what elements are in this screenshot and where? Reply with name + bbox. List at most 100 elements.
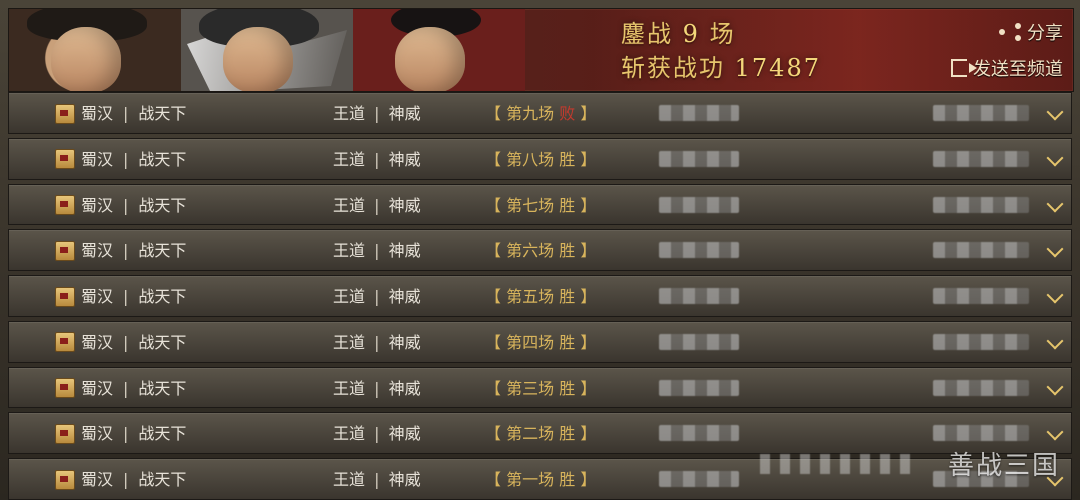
battles-unit: 场 — [709, 20, 736, 48]
round-result: 胜 — [559, 149, 576, 169]
separator: | — [374, 241, 380, 261]
chevron-down-icon[interactable] — [1046, 332, 1064, 350]
round-label: 第三场 — [506, 378, 555, 398]
redacted-opponent-detail — [933, 150, 1029, 167]
battle-record-row[interactable]: 蜀汉 | 战天下 王道 | 神威 【 第八场 胜 】 — [8, 137, 1072, 180]
bracket-left: 【 — [485, 470, 502, 490]
faction-cell: 蜀汉 | 战天下 — [55, 413, 186, 454]
round-result-cell: 【 第四场 胜 】 — [485, 322, 596, 363]
faction-name: 蜀汉 — [81, 378, 114, 398]
merit-line: 斩获战功 17487 — [621, 51, 921, 85]
battle-record-row[interactable]: 蜀汉 | 战天下 王道 | 神威 【 第四场 胜 】 — [8, 320, 1072, 363]
scroll-seal-icon — [55, 149, 75, 170]
redacted-opponent-name — [659, 105, 739, 121]
bracket-left: 【 — [485, 104, 502, 123]
mode-name: 战天下 — [138, 149, 187, 169]
separator: | — [374, 195, 380, 215]
battle-summary-banner: 鏖战 9 场 斩获战功 17487 分享 发送至频道 — [8, 8, 1074, 92]
chevron-down-icon[interactable] — [1046, 286, 1064, 304]
faction-cell: 蜀汉 | 战天下 — [55, 459, 186, 500]
scroll-seal-icon — [55, 469, 75, 490]
redacted-opponent-detail — [933, 333, 1029, 350]
chevron-down-icon[interactable] — [1046, 195, 1064, 213]
redacted-opponent-name — [659, 333, 739, 350]
faction-name: 蜀汉 — [81, 104, 114, 123]
round-result-cell: 【 第七场 胜 】 — [485, 185, 596, 226]
title-2: 神威 — [388, 332, 421, 352]
redacted-opponent-detail — [933, 379, 1029, 396]
round-result: 胜 — [559, 241, 576, 261]
battle-record-row[interactable]: 蜀汉 | 战天下 王道 | 神威 【 第五场 胜 】 — [8, 275, 1072, 317]
general-portrait-2 — [181, 9, 353, 91]
faction-cell: 蜀汉 | 战天下 — [55, 276, 186, 317]
separator: | — [374, 378, 380, 398]
title-cell: 王道 | 神威 — [333, 413, 421, 454]
mode-name: 战天下 — [138, 332, 187, 352]
title-cell: 王道 | 神威 — [333, 322, 421, 363]
title-cell: 王道 | 神威 — [333, 230, 421, 271]
round-label: 第五场 — [506, 287, 555, 307]
title-cell: 王道 | 神威 — [333, 139, 421, 180]
redacted-opponent-detail — [933, 425, 1029, 442]
round-label: 第一场 — [506, 470, 555, 490]
scroll-seal-icon — [55, 423, 75, 444]
round-label: 第六场 — [506, 241, 555, 261]
bracket-left: 【 — [485, 195, 502, 215]
title-2: 神威 — [388, 104, 421, 123]
chevron-down-icon[interactable] — [1046, 149, 1064, 167]
chevron-down-icon[interactable] — [1046, 378, 1064, 396]
separator: | — [123, 424, 129, 444]
round-result: 败 — [559, 104, 576, 123]
redacted-opponent-detail — [933, 288, 1029, 305]
round-result: 胜 — [559, 195, 576, 215]
redacted-opponent-detail — [933, 196, 1029, 213]
separator: | — [123, 287, 129, 307]
title-cell: 王道 | 神威 — [333, 93, 421, 134]
battle-record-panel: 鏖战 9 场 斩获战功 17487 分享 发送至频道 蜀汉 | 战天下 王道 |… — [0, 0, 1080, 500]
general-portrait-1 — [9, 9, 181, 91]
title-2: 神威 — [388, 470, 421, 490]
round-label: 第九场 — [506, 104, 555, 123]
faction-cell: 蜀汉 | 战天下 — [55, 139, 186, 180]
separator: | — [123, 241, 129, 261]
separator: | — [374, 424, 380, 444]
bracket-left: 【 — [485, 332, 502, 352]
separator: | — [374, 332, 380, 352]
title-1: 王道 — [333, 104, 366, 123]
share-label: 分享 — [1027, 23, 1063, 44]
redacted-opponent-name — [659, 471, 739, 488]
battle-record-row[interactable]: 蜀汉 | 战天下 王道 | 神威 【 第七场 胜 】 — [8, 183, 1072, 226]
chevron-down-icon[interactable] — [1046, 240, 1064, 258]
chevron-down-icon[interactable] — [1046, 423, 1064, 441]
title-1: 王道 — [333, 378, 366, 398]
battles-label: 鏖战 — [621, 20, 673, 48]
bracket-right: 】 — [580, 241, 597, 261]
battle-record-row[interactable]: 蜀汉 | 战天下 王道 | 神威 【 第三场 胜 】 — [8, 366, 1072, 409]
general-portrait-3 — [353, 9, 525, 91]
send-to-channel-button[interactable]: 发送至频道 — [951, 55, 1063, 81]
separator: | — [123, 195, 129, 215]
send-to-channel-icon — [951, 59, 977, 77]
round-label: 第二场 — [506, 424, 555, 444]
chevron-down-icon[interactable] — [1046, 103, 1064, 121]
mode-name: 战天下 — [138, 241, 187, 261]
share-button[interactable]: 分享 — [999, 19, 1063, 45]
round-result-cell: 【 第二场 胜 】 — [485, 413, 596, 454]
faction-cell: 蜀汉 | 战天下 — [55, 93, 186, 134]
battle-record-row[interactable]: 蜀汉 | 战天下 王道 | 神威 【 第六场 胜 】 — [8, 229, 1072, 272]
separator: | — [374, 149, 380, 169]
redacted-opponent-name — [659, 196, 739, 213]
title-2: 神威 — [388, 241, 421, 261]
battle-record-row[interactable]: 蜀汉 | 战天下 王道 | 神威 【 第一场 胜 】 — [8, 458, 1072, 500]
battle-record-row[interactable]: 蜀汉 | 战天下 王道 | 神威 【 第九场 败 】 — [8, 92, 1072, 134]
battles-count-line: 鏖战 9 场 — [621, 17, 921, 51]
separator: | — [374, 287, 380, 307]
battle-record-row[interactable]: 蜀汉 | 战天下 王道 | 神威 【 第二场 胜 】 — [8, 412, 1072, 455]
mode-name: 战天下 — [138, 287, 187, 307]
send-to-channel-label: 发送至频道 — [973, 59, 1063, 80]
faction-name: 蜀汉 — [81, 241, 114, 261]
title-1: 王道 — [333, 424, 366, 444]
general-face — [395, 27, 465, 91]
scroll-seal-icon — [55, 286, 75, 307]
mode-name: 战天下 — [138, 195, 187, 215]
